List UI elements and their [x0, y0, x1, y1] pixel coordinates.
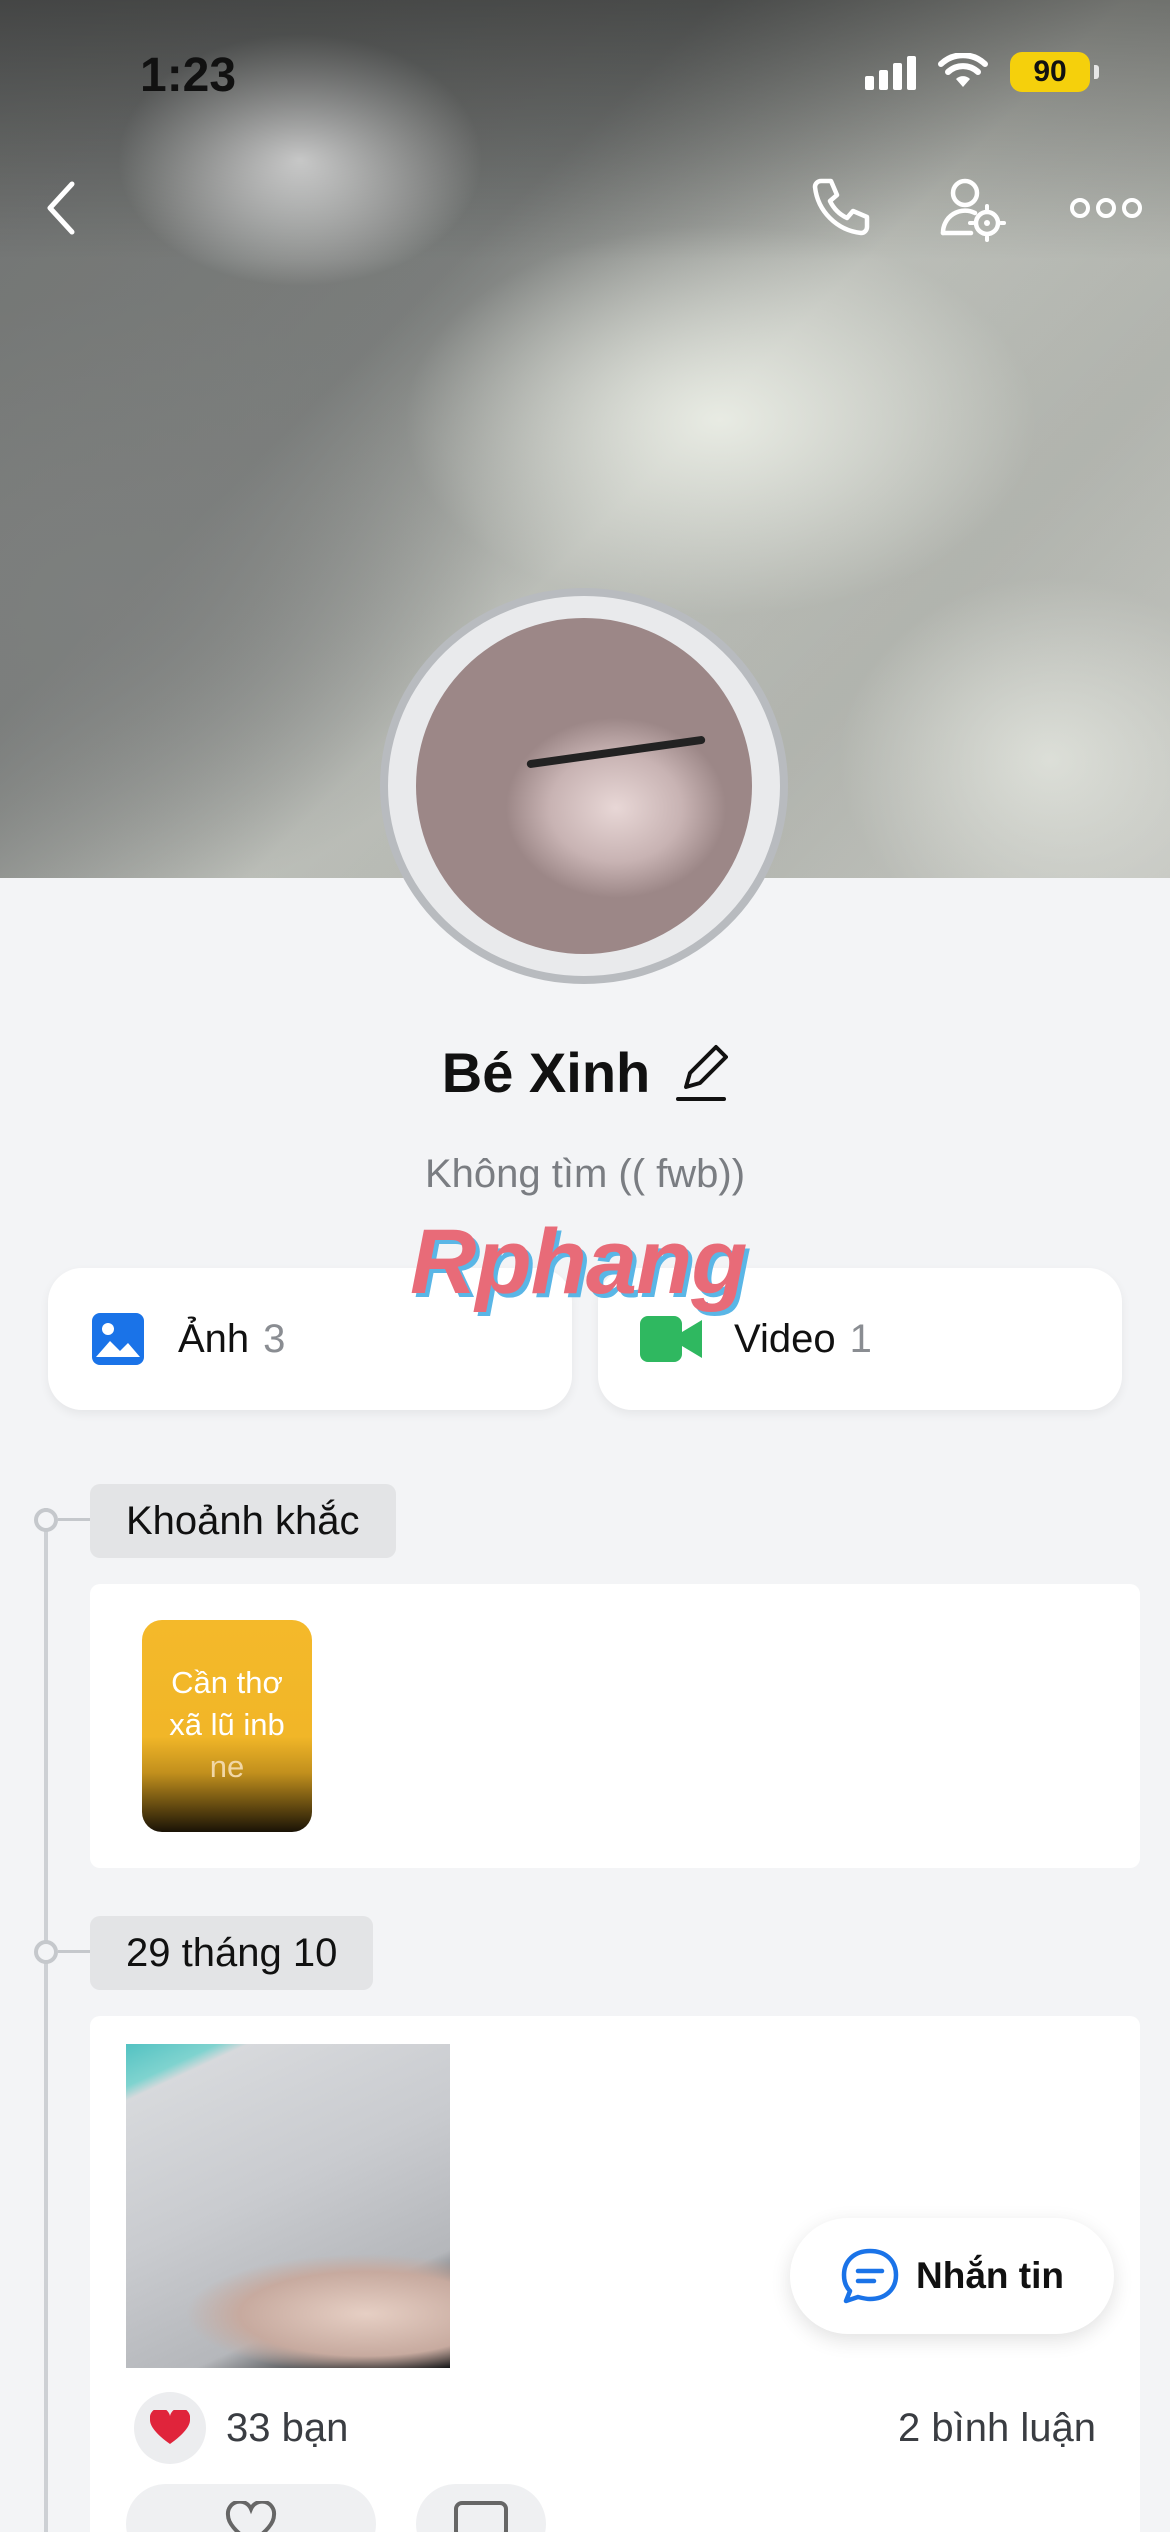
- image-icon: [92, 1313, 144, 1365]
- chat-bubble-icon: [841, 2248, 899, 2304]
- heart-outline-icon: [225, 2501, 277, 2532]
- comment-button[interactable]: [416, 2484, 546, 2532]
- story-text-line: ne: [209, 1749, 245, 1784]
- avatar-ring[interactable]: [380, 588, 788, 984]
- reactions-summary[interactable]: 33 bạn: [134, 2392, 348, 2464]
- video-camera-icon: [640, 1316, 702, 1362]
- profile-name-row: Bé Xinh: [0, 1040, 1170, 1105]
- heart-icon: [150, 2410, 190, 2444]
- heart-reaction-badge: [134, 2392, 206, 2464]
- comment-icon: [454, 2501, 508, 2532]
- photos-label: Ảnh: [178, 1316, 250, 1361]
- timeline-connector: [58, 1518, 90, 1521]
- post-reaction-row: 33 bạn 2 bình luận: [134, 2392, 1096, 2464]
- videos-label: Video: [734, 1316, 836, 1361]
- status-indicators: 90: [865, 52, 1099, 92]
- story-text-line: Cần thơ: [171, 1665, 283, 1700]
- more-options-button[interactable]: [1066, 168, 1146, 248]
- like-button[interactable]: [126, 2484, 376, 2532]
- videos-count: 1: [849, 1316, 872, 1361]
- signal-icon: [865, 54, 916, 90]
- post-photo[interactable]: [126, 2044, 450, 2368]
- profile-bio: Không tìm (( fwb)): [424, 1152, 746, 1196]
- comment-count[interactable]: 2 bình luận: [898, 2406, 1096, 2451]
- photos-count: 3: [263, 1316, 286, 1361]
- chevron-left-icon: [47, 181, 75, 235]
- avatar[interactable]: [416, 618, 752, 954]
- timeline-dot: [34, 1940, 58, 1964]
- watermark-logo: Rphang: [410, 1211, 747, 1313]
- moments-card: Cần thơ xã lũ inb ne: [90, 1584, 1140, 1868]
- call-button[interactable]: [800, 168, 880, 248]
- timeline-line: [44, 1508, 48, 2532]
- user-settings-icon: [940, 178, 1006, 242]
- timeline-connector: [58, 1950, 90, 1953]
- profile-page: 1:23 90 Bé Xinh Không tìm ((fwb)) Ảnh 3…: [0, 0, 1170, 2532]
- more-horizontal-icon: [1070, 198, 1142, 218]
- moments-section-title: Khoảnh khắc: [90, 1484, 396, 1558]
- battery-indicator: 90: [1010, 52, 1099, 92]
- profile-settings-button[interactable]: [932, 168, 1012, 248]
- message-button[interactable]: Nhắn tin: [790, 2218, 1114, 2334]
- post-date-title: 29 tháng 10: [90, 1916, 374, 1990]
- wifi-icon: [938, 53, 988, 87]
- story-text-line: xã lũ inb: [169, 1707, 285, 1742]
- phone-icon: [812, 178, 870, 236]
- profile-name: Bé Xinh: [441, 1041, 651, 1104]
- timeline-dot: [34, 1508, 58, 1532]
- edit-pencil-icon[interactable]: [672, 1041, 729, 1105]
- status-time: 1:23: [140, 49, 237, 102]
- reaction-count: 33 bạn: [226, 2405, 349, 2450]
- back-button[interactable]: [22, 168, 102, 248]
- story-tile[interactable]: Cần thơ xã lũ inb ne: [142, 1620, 312, 1832]
- message-button-label: Nhắn tin: [916, 2255, 1064, 2296]
